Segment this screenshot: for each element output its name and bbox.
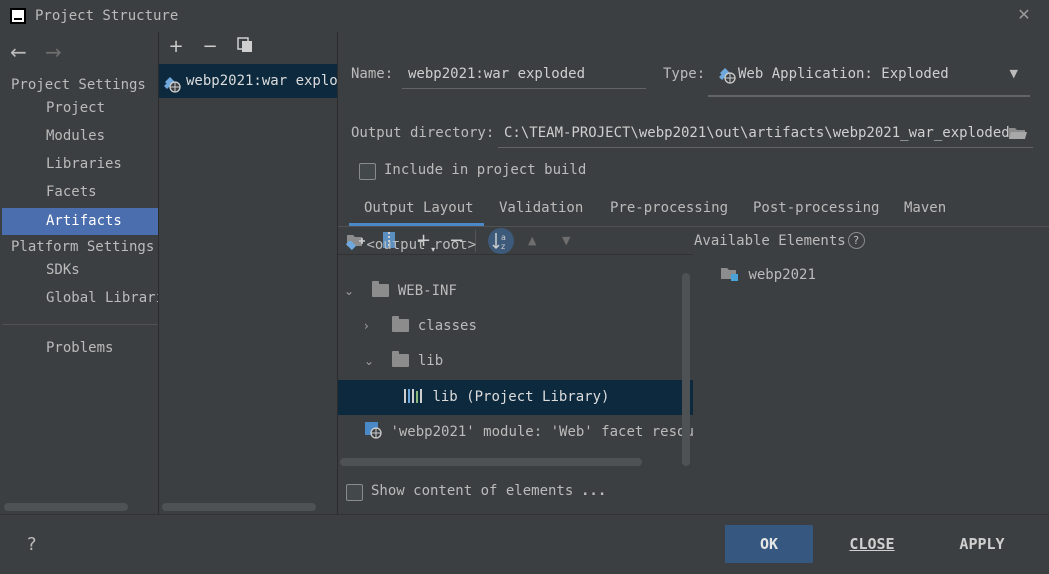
show-content-checkbox[interactable]: [346, 484, 363, 501]
sidebar-item-artifacts[interactable]: Artifacts: [2, 208, 158, 235]
web-exploded-icon: [718, 66, 736, 93]
sidebar-divider: [2, 324, 158, 325]
sidebar-item-label: Global Libraries: [46, 290, 158, 306]
web-module-icon: [364, 418, 382, 450]
tree-row-label: classes: [417, 318, 477, 334]
window-title: Project Structure: [35, 8, 179, 24]
tree-row-label: lib (Project Library): [432, 389, 610, 405]
sidebar-scrollbar[interactable]: [4, 503, 128, 511]
module-folder-icon: [720, 265, 740, 286]
sidebar-item-modules[interactable]: Modules: [2, 123, 158, 150]
tree-row[interactable]: ⌄ lib: [338, 344, 693, 379]
platform-settings-header: Platform Settings: [11, 239, 155, 255]
sidebar-item-label: Modules: [46, 128, 106, 144]
more-options-button[interactable]: ...: [581, 483, 606, 499]
include-in-build-label: Include in project build: [384, 162, 587, 178]
sidebar-item-libraries[interactable]: Libraries: [2, 151, 158, 178]
artifact-list-item[interactable]: webp2021:war exploded: [159, 64, 337, 98]
show-content-label: Show content of elements: [371, 483, 574, 499]
remove-icon[interactable]: −: [200, 37, 220, 57]
folder-icon: [392, 316, 410, 332]
intellij-logo-icon: [10, 8, 26, 24]
tab-pre-processing[interactable]: Pre-processing: [610, 200, 728, 216]
ok-button[interactable]: OK: [725, 525, 813, 563]
tree-row[interactable]: › classes: [338, 309, 693, 344]
name-field[interactable]: webp2021:war exploded: [402, 61, 646, 89]
sidebar-item-label: SDKs: [46, 262, 80, 278]
chevron-down-icon[interactable]: ⌄: [344, 274, 358, 309]
tree-row[interactable]: lib (Project Library): [338, 380, 693, 415]
sidebar-item-sdks[interactable]: SDKs: [2, 257, 158, 284]
help-button[interactable]: ?: [27, 534, 37, 555]
browse-folder-icon[interactable]: [1008, 125, 1028, 145]
sidebar-item-label: Problems: [46, 340, 114, 356]
tab-post-processing[interactable]: Post-processing: [753, 200, 879, 216]
divider: [158, 32, 159, 514]
tree-row-label: lib: [417, 353, 444, 369]
available-item-label: webp2021: [748, 267, 816, 283]
tree-row-label: WEB-INF: [397, 283, 457, 299]
sidebar-item-problems[interactable]: Problems: [2, 335, 158, 362]
web-exploded-icon: [345, 241, 357, 251]
help-icon[interactable]: ?: [847, 232, 865, 249]
sidebar-item-facets[interactable]: Facets: [2, 179, 158, 206]
sidebar-item-label: Project: [46, 100, 106, 116]
tab-validation[interactable]: Validation: [499, 200, 583, 216]
project-settings-header: Project Settings: [11, 77, 146, 93]
artifact-list-scrollbar[interactable]: [162, 503, 316, 511]
library-icon: [404, 382, 424, 415]
type-select[interactable]: Web Application: Exploded ▼: [708, 61, 1030, 97]
available-elements-label: Available Elements: [694, 233, 846, 249]
include-in-build-checkbox[interactable]: [359, 163, 376, 180]
copy-icon[interactable]: [235, 37, 255, 57]
artifact-name: webp2021:war exploded: [186, 73, 337, 89]
type-label: Type:: [663, 66, 706, 82]
sidebar-item-label: Artifacts: [46, 213, 122, 229]
output-directory-label: Output directory:: [351, 125, 495, 141]
output-directory-field[interactable]: C:\TEAM-PROJECT\webp2021\out\artifacts\w…: [498, 120, 1033, 148]
tree-row-label: 'webp2021' module: 'Web' facet resources: [390, 424, 693, 440]
arrow-right-icon[interactable]: →: [45, 40, 62, 64]
sidebar-item-label: Facets: [46, 184, 97, 200]
close-window-icon[interactable]: ✕: [1015, 5, 1033, 24]
apply-button[interactable]: APPLY: [938, 525, 1026, 563]
chevron-down-icon: ▼: [1009, 67, 1018, 80]
arrow-left-icon[interactable]: ←: [10, 40, 27, 64]
tab-output-layout[interactable]: Output Layout: [364, 200, 474, 216]
sidebar-item-project[interactable]: Project: [2, 95, 158, 122]
add-icon[interactable]: +: [166, 37, 186, 57]
layout-horizontal-scrollbar[interactable]: [340, 458, 642, 466]
close-button[interactable]: CLOSE: [828, 525, 916, 563]
chevron-down-icon[interactable]: ⌄: [364, 344, 378, 379]
tree-row[interactable]: ⌄ WEB-INF: [338, 274, 693, 309]
tree-row-label: <output root>: [366, 241, 477, 253]
tree-row[interactable]: <output root>: [338, 241, 693, 265]
name-label: Name:: [351, 66, 394, 82]
tab-maven[interactable]: Maven: [904, 200, 946, 216]
sidebar-item-global-libraries[interactable]: Global Libraries: [2, 285, 158, 312]
layout-vertical-scrollbar[interactable]: [682, 273, 690, 466]
folder-icon: [372, 281, 390, 297]
available-elements-title: Available Elements?: [694, 232, 865, 249]
web-exploded-icon: [163, 72, 181, 98]
tree-row[interactable]: 'webp2021' module: 'Web' facet resources: [338, 415, 693, 450]
folder-icon: [392, 351, 410, 367]
available-item[interactable]: webp2021: [720, 265, 816, 286]
sidebar-item-label: Libraries: [46, 156, 122, 172]
chevron-right-icon[interactable]: ›: [364, 309, 378, 344]
type-value: Web Application: Exploded: [738, 66, 949, 82]
